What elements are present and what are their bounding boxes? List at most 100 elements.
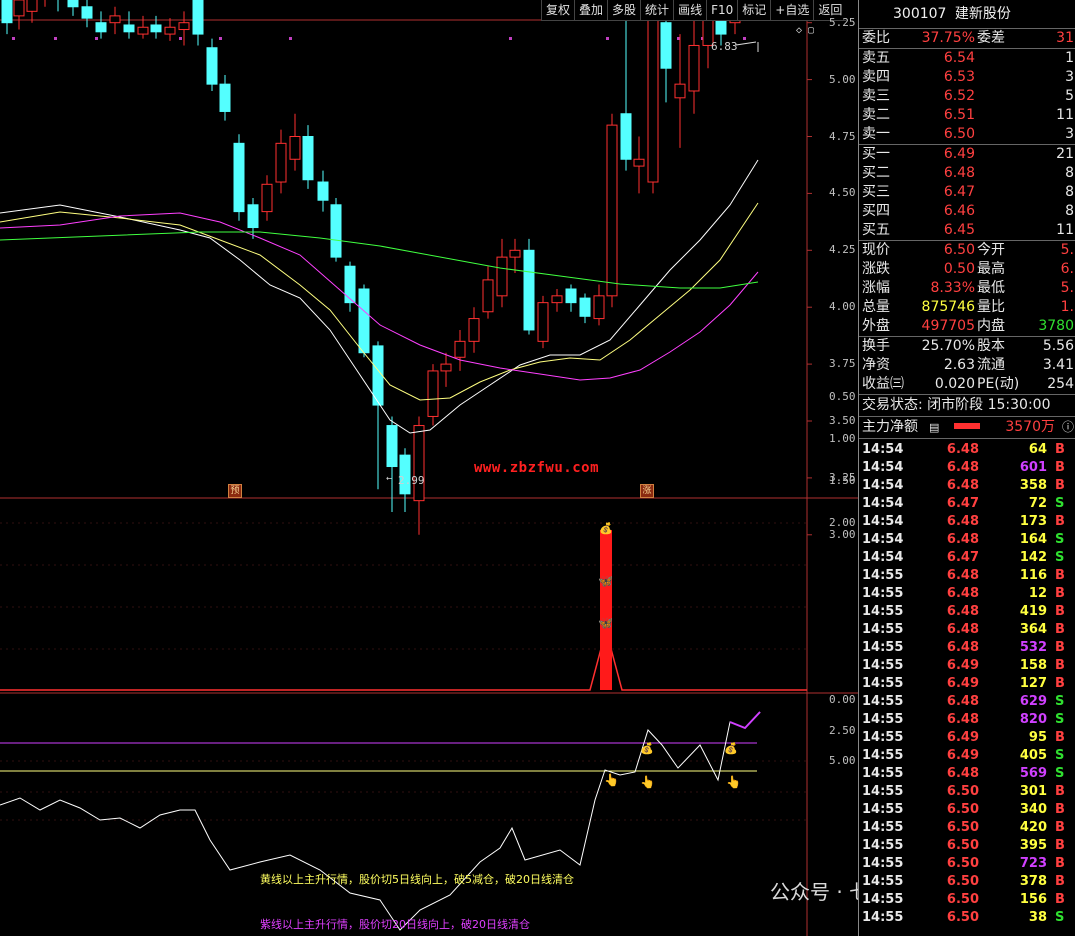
candle-down	[67, 0, 79, 8]
candle-up	[688, 44, 700, 92]
tick-time: 14:55	[862, 658, 904, 673]
tick-volume: 820	[1019, 712, 1047, 727]
tick-time: 14:55	[862, 730, 904, 745]
bid-volume: 8	[1065, 184, 1074, 200]
tick-row: 14:55 6.49 158 B	[859, 657, 1075, 675]
stat-row: 外盘 497705 内盘 3780	[859, 317, 1075, 336]
tick-time: 14:54	[862, 496, 904, 511]
chart-canvas[interactable]: 💰 🦋 🦋 👆 👆 👆 💰 💰	[0, 0, 858, 936]
candle-up	[537, 302, 549, 342]
candle-down	[330, 204, 342, 258]
tick-direction: B	[1055, 802, 1065, 817]
candle-down	[579, 297, 591, 317]
tick-time: 14:54	[862, 442, 904, 457]
stat-value: 5.	[1060, 280, 1074, 296]
pointing-hand-icon: 👆	[640, 775, 655, 789]
tick-volume: 340	[1019, 802, 1047, 817]
fundamentals-block: 换手 25.70% 股本 5.56 净资 2.63 流通 3.41 收益㈢ 0.020 PE(动) 2…	[859, 337, 1075, 395]
price-tick-label: 5.25	[829, 15, 856, 29]
info-icon[interactable]: ⓘ	[1062, 417, 1074, 438]
stat-label: 股本	[977, 338, 1005, 354]
money-bag-icon: 💰	[599, 522, 613, 535]
candle-down	[95, 22, 107, 33]
toolbar-multi-stock-button[interactable]: 多股	[607, 0, 641, 21]
tick-volume: 173	[1019, 514, 1047, 529]
note-purple-line: 紫线以上主升行情，股价切20日线向上，破20日线清仓	[260, 918, 530, 931]
stat-row: 总量 875746 量比 1.	[859, 298, 1075, 317]
ask-price: 6.51	[943, 107, 975, 123]
tick-time: 14:54	[862, 460, 904, 475]
tick-row: 14:55 6.50 301 B	[859, 783, 1075, 801]
tick-time: 14:55	[862, 622, 904, 637]
ask-volume: 5	[1065, 88, 1074, 104]
stat-value: 3.41	[1042, 357, 1074, 373]
candle-up	[647, 0, 659, 183]
candle-down	[81, 6, 93, 19]
tick-row: 14:55 6.48 532 B	[859, 639, 1075, 657]
tick-price: 6.49	[946, 658, 979, 673]
ask-volume: 3	[1065, 69, 1074, 85]
main-flow-value: 3570万	[1005, 419, 1055, 435]
ask-price: 6.50	[943, 126, 975, 142]
tick-price: 6.48	[946, 460, 979, 475]
tick-direction: B	[1055, 730, 1065, 745]
tick-price: 6.47	[946, 550, 979, 565]
tick-time: 14:55	[862, 820, 904, 835]
tick-price: 6.48	[946, 532, 979, 547]
tick-row: 14:55 6.48 364 B	[859, 621, 1075, 639]
tick-volume: 378	[1019, 874, 1047, 889]
stat-label: 换手	[862, 338, 890, 354]
ask-label: 卖二	[862, 107, 890, 123]
tick-row: 14:55 6.49 405 S	[859, 747, 1075, 765]
tick-direction: S	[1055, 550, 1065, 565]
price-tick-label: 5.00	[829, 72, 856, 86]
candle-up	[427, 370, 439, 417]
toolbar-mark-button[interactable]: 标记	[737, 0, 771, 21]
candle-down	[247, 204, 259, 229]
tick-time: 14:55	[862, 784, 904, 799]
tick-time: 14:55	[862, 748, 904, 763]
toolbar-f10-button[interactable]: F10	[706, 0, 738, 21]
main-flow-menu-icon[interactable]: ▤	[929, 417, 939, 438]
tick-row: 14:55 6.48 116 B	[859, 567, 1075, 585]
tick-price: 6.50	[946, 910, 979, 925]
tick-direction: B	[1055, 604, 1065, 619]
stat-row: 净资 2.63 流通 3.41	[859, 356, 1075, 375]
indicator1-tick-label: 0.50	[829, 390, 856, 403]
stat-value: 25.70%	[921, 338, 975, 354]
bid-label: 买四	[862, 203, 890, 219]
tick-row: 14:55 6.50 378 B	[859, 873, 1075, 891]
chart-options-icon[interactable]: ◇ ▢	[796, 25, 814, 36]
indicator2-tick-label: 5.00	[829, 754, 856, 767]
ask-row: 卖五 6.54 1	[859, 49, 1075, 68]
toolbar-draw-line-button[interactable]: 画线	[673, 0, 707, 21]
tick-time: 14:55	[862, 874, 904, 889]
price-tick-label: 4.75	[829, 129, 856, 143]
tick-direction: S	[1055, 748, 1065, 763]
marker-zhang[interactable]: 涨	[640, 484, 654, 498]
stat-label: 最高	[977, 261, 1005, 277]
tick-time: 14:55	[862, 568, 904, 583]
tick-time: 14:55	[862, 676, 904, 691]
toolbar-add-watchlist-button[interactable]: +自选	[770, 0, 814, 21]
tick-time: 14:55	[862, 694, 904, 709]
tick-price: 6.50	[946, 802, 979, 817]
toolbar-restore-rights-button[interactable]: 复权	[541, 0, 575, 21]
tick-list[interactable]: 14:54 6.48 64 B 14:54 6.48 601 B 14:54 6.48 358 B 14…	[859, 439, 1075, 927]
bid-row: 买一 6.49 21	[859, 145, 1075, 164]
toolbar-statistics-button[interactable]: 统计	[640, 0, 674, 21]
kline-chart-area[interactable]: 💰 🦋 🦋 👆 👆 👆 💰 💰 复权 叠加 多股 统计 画线 F10 标记 +自选 返回 ◇ …	[0, 0, 929, 936]
marker-yu[interactable]: 预	[228, 484, 242, 498]
stat-label: 涨幅	[862, 280, 890, 296]
stat-value: 254	[1047, 376, 1074, 392]
stat-label: 最低	[977, 280, 1005, 296]
tick-direction: B	[1055, 784, 1065, 799]
toolbar-overlay-button[interactable]: 叠加	[574, 0, 608, 21]
price-tick-label: 3.00	[829, 527, 856, 541]
price-tick-label: 4.00	[829, 300, 856, 314]
tick-volume: 601	[1019, 460, 1047, 475]
indicator1-tick-label: 1.50	[829, 474, 856, 487]
ask-volume: 3	[1065, 126, 1074, 142]
candle-up	[137, 26, 149, 35]
tick-direction: B	[1055, 820, 1065, 835]
